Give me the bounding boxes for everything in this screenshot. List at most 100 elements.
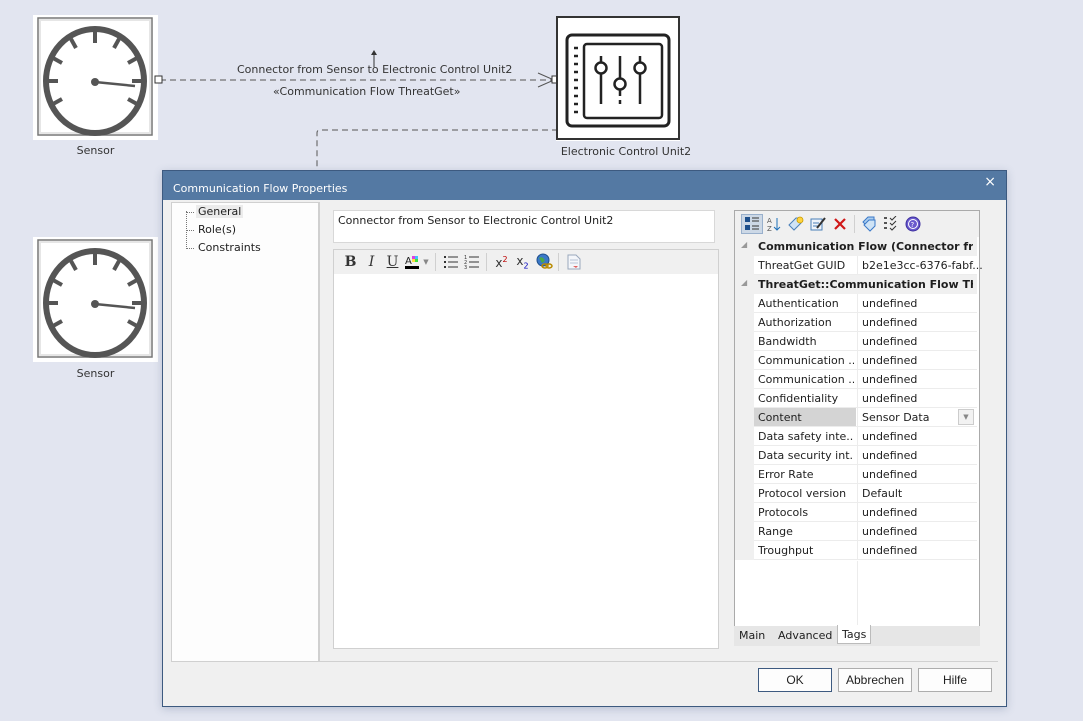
property-row[interactable]: Troughput undefined	[735, 541, 977, 560]
delete-tag-button[interactable]	[829, 214, 851, 234]
property-row[interactable]: Communication ... undefined	[735, 370, 977, 389]
column-divider	[857, 313, 858, 332]
property-category[interactable]: ◢ Communication Flow (Connector from ...	[735, 237, 977, 256]
property-value[interactable]: undefined	[862, 354, 917, 367]
help-dialog-button[interactable]: Hilfe	[918, 668, 992, 692]
superscript-button[interactable]: x2	[491, 252, 512, 272]
property-key: Authorization	[758, 316, 832, 329]
connector-name-field[interactable]: Connector from Sensor to Electronic Cont…	[333, 210, 715, 243]
property-value[interactable]: undefined	[862, 335, 917, 348]
tree-item-constraints[interactable]: Constraints	[196, 241, 263, 254]
tab-tags[interactable]: Tags	[837, 625, 872, 644]
dialog-titlebar[interactable]: Communication Flow Properties ×	[163, 171, 1006, 200]
property-row[interactable]: ThreatGet GUID b2e1e3cc-6376-fabf...	[735, 256, 983, 275]
sensor-node-2[interactable]	[33, 237, 158, 362]
collapse-icon[interactable]: ◢	[741, 240, 747, 249]
numbered-list-icon: 123	[464, 255, 479, 269]
property-value[interactable]: undefined	[862, 468, 917, 481]
row-gutter	[735, 332, 754, 351]
sort-alphabetical-button[interactable]: A Z	[763, 214, 785, 234]
italic-button[interactable]: I	[361, 252, 382, 272]
row-gutter	[735, 351, 754, 370]
property-value[interactable]: undefined	[862, 544, 917, 557]
category-title: ThreatGet::Communication Flow Threat...	[758, 278, 973, 291]
tree-item-general[interactable]: General	[196, 205, 244, 218]
tree-item-roles[interactable]: Role(s)	[196, 223, 238, 236]
property-grid: A Z ? ◢ Communication Flow (Connector fr…	[734, 210, 983, 628]
properties-dialog: Communication Flow Properties × General …	[162, 170, 1007, 707]
close-icon[interactable]: ×	[984, 174, 996, 190]
delete-icon	[834, 218, 846, 230]
property-value[interactable]: undefined	[862, 297, 917, 310]
column-divider	[857, 561, 858, 626]
property-row[interactable]: Protocols undefined	[735, 503, 977, 522]
tree-line	[186, 230, 194, 231]
ecu-node-label: Electronic Control Unit2	[560, 145, 692, 158]
ok-button[interactable]: OK	[758, 668, 832, 692]
categorized-view-button[interactable]	[741, 214, 763, 234]
font-color-button[interactable]: A	[403, 252, 421, 272]
sensor-node[interactable]	[33, 15, 158, 140]
bold-button[interactable]: B	[340, 252, 361, 272]
ecu-node[interactable]	[556, 16, 680, 141]
column-divider	[857, 522, 858, 541]
underline-button[interactable]: U	[382, 252, 403, 272]
help-button[interactable]: ?	[902, 214, 924, 234]
sort-az-icon: A Z	[767, 217, 781, 232]
row-gutter	[735, 313, 754, 332]
collapse-icon[interactable]: ◢	[741, 278, 747, 287]
column-divider	[857, 408, 858, 427]
property-row[interactable]: Authentication undefined	[735, 294, 977, 313]
new-tag-button[interactable]	[785, 214, 807, 234]
gauge-icon	[37, 17, 153, 136]
property-value[interactable]: undefined	[862, 392, 917, 405]
property-value[interactable]: undefined	[862, 525, 917, 538]
tab-main[interactable]: Main	[739, 629, 765, 642]
property-row[interactable]: Confidentiality undefined	[735, 389, 977, 408]
svg-text:3: 3	[464, 265, 467, 269]
property-key: Troughput	[758, 544, 814, 557]
edit-tag-button[interactable]	[807, 214, 829, 234]
insert-document-button[interactable]	[563, 252, 584, 272]
property-row[interactable]: Range undefined	[735, 522, 977, 541]
connector-name-label[interactable]: Connector from Sensor to Electronic Cont…	[237, 63, 512, 76]
notes-editor[interactable]: B I U A ▼ 123 x2 x2	[333, 249, 719, 649]
property-value[interactable]: Sensor Data	[862, 411, 929, 424]
row-gutter	[735, 370, 754, 389]
property-row[interactable]: Content Sensor Data ▼	[735, 408, 977, 427]
subscript-button[interactable]: x2	[512, 252, 533, 272]
property-key: Confidentiality	[758, 392, 839, 405]
checklist-button[interactable]	[880, 214, 902, 234]
dialog-title: Communication Flow Properties	[173, 182, 348, 195]
property-value[interactable]: undefined	[862, 506, 917, 519]
property-value[interactable]: b2e1e3cc-6376-fabf...	[862, 259, 983, 272]
sensor-node-label: Sensor	[76, 144, 115, 157]
hyperlink-button[interactable]	[533, 252, 554, 272]
font-color-icon: A	[405, 256, 419, 269]
tag-group-button[interactable]	[858, 214, 880, 234]
property-row[interactable]: Bandwidth undefined	[735, 332, 977, 351]
numbered-list-button[interactable]: 123	[461, 252, 482, 272]
bullet-list-icon	[443, 256, 458, 268]
property-row[interactable]: Data safety inte... undefined	[735, 427, 977, 446]
property-value[interactable]: undefined	[862, 430, 917, 443]
property-row[interactable]: Error Rate undefined	[735, 465, 977, 484]
font-color-dropdown[interactable]: ▼	[421, 252, 431, 272]
property-row[interactable]: Communication ... undefined	[735, 351, 977, 370]
property-category[interactable]: ◢ ThreatGet::Communication Flow Threat..…	[735, 275, 977, 294]
property-value[interactable]: undefined	[862, 316, 917, 329]
category-title: Communication Flow (Connector from ...	[758, 240, 973, 253]
property-row[interactable]: Protocol version Default	[735, 484, 977, 503]
property-value[interactable]: undefined	[862, 373, 917, 386]
cancel-button[interactable]: Abbrechen	[838, 668, 912, 692]
tab-advanced[interactable]: Advanced	[778, 629, 832, 642]
property-tabs: Main Advanced Tags	[734, 625, 980, 646]
help-icon: ?	[905, 216, 921, 232]
bullet-list-button[interactable]	[440, 252, 461, 272]
property-value[interactable]: Default	[862, 487, 902, 500]
property-value[interactable]: undefined	[862, 449, 917, 462]
panel-divider	[318, 202, 319, 661]
value-dropdown-button[interactable]: ▼	[958, 409, 974, 425]
property-row[interactable]: Authorization undefined	[735, 313, 977, 332]
property-row[interactable]: Data security int... undefined	[735, 446, 977, 465]
